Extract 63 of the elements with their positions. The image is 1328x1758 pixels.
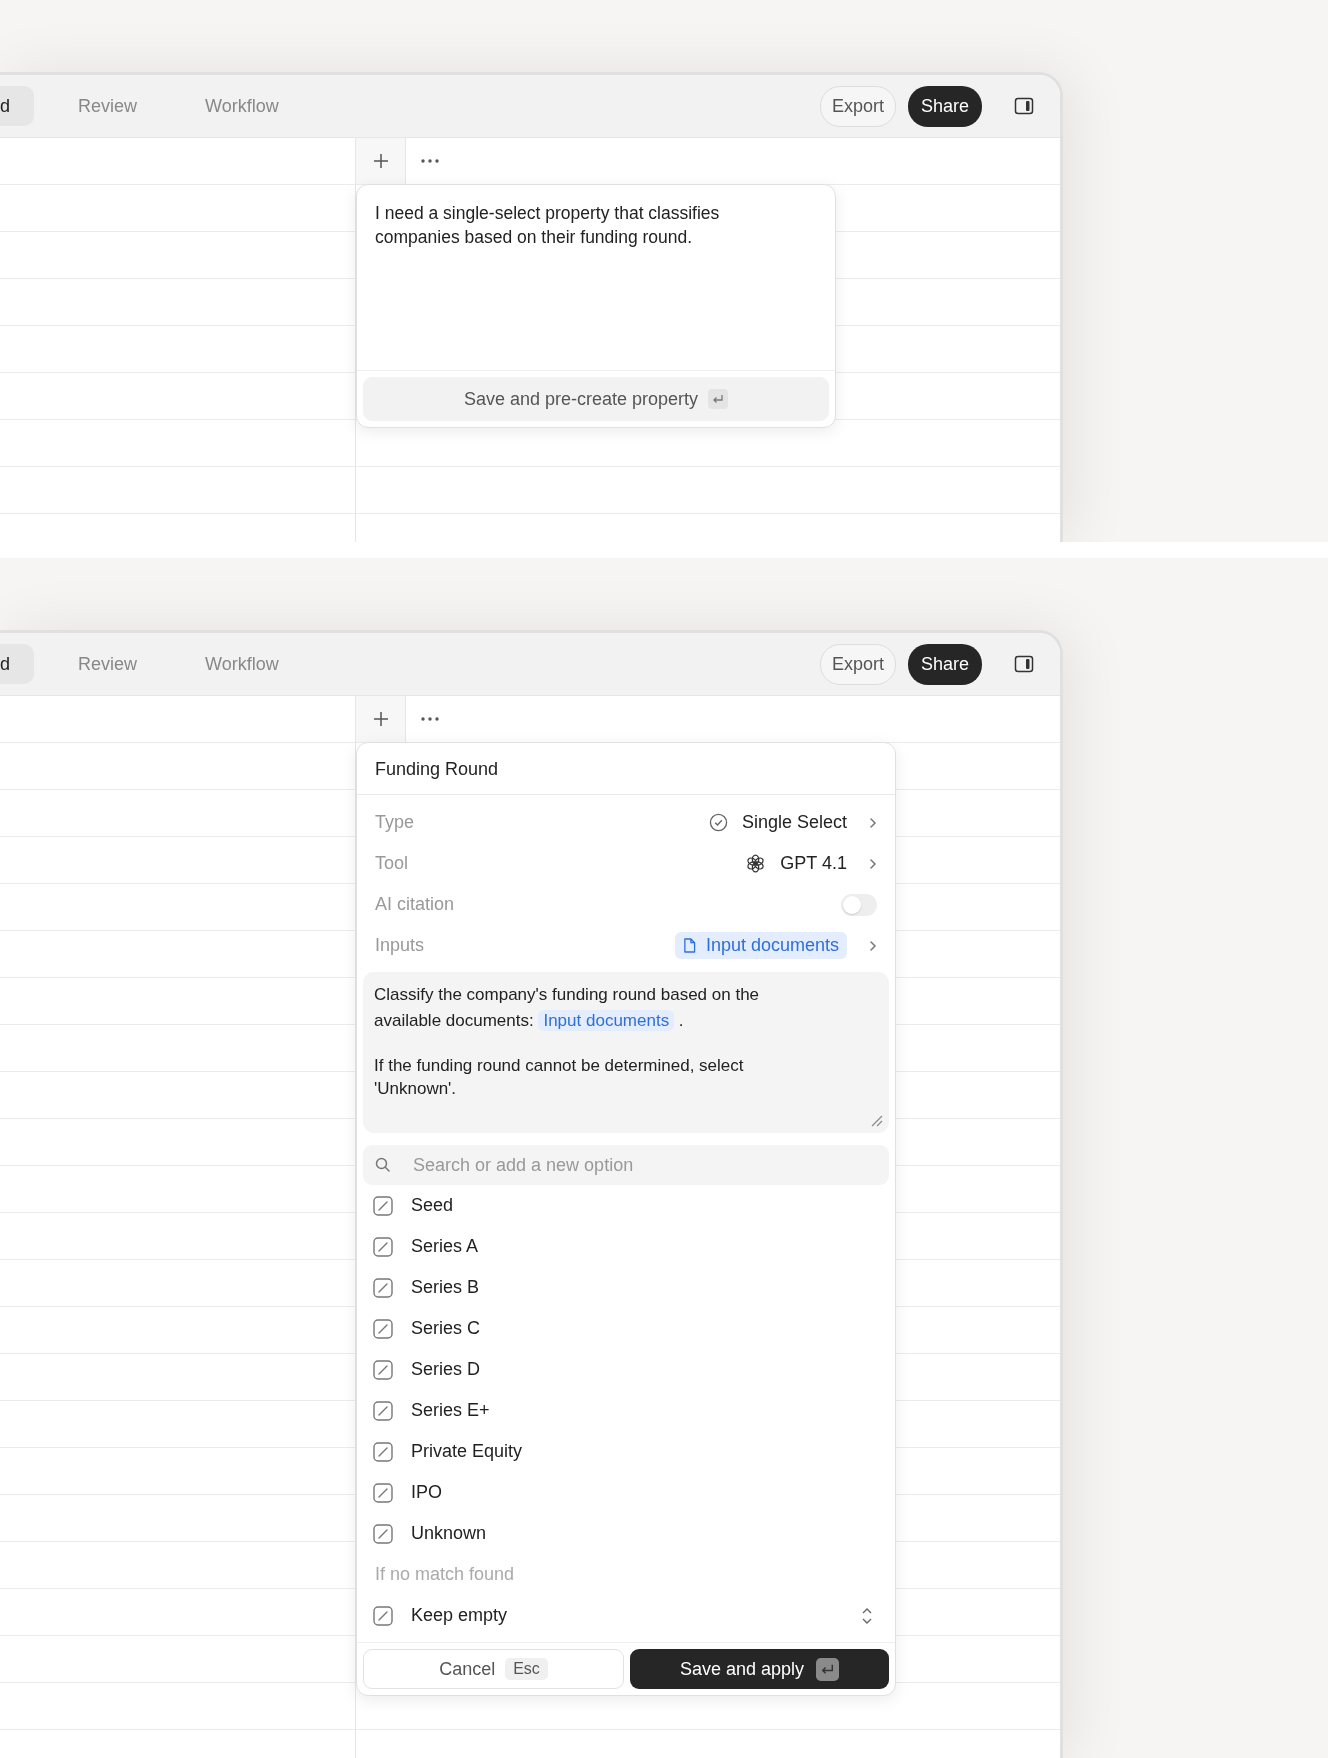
chevron-right-icon (869, 816, 877, 829)
export-button[interactable]: Export (819, 643, 896, 685)
chevron-up-down-icon[interactable] (861, 1606, 873, 1625)
prompt-paragraph: Classify the company's funding round based on the available documents: Input documents . (374, 984, 761, 1033)
return-key-icon (816, 1657, 840, 1681)
option-label[interactable]: Series A (411, 1236, 479, 1257)
prompt-note: If the funding round cannot be determined, select 'Unknown'. (374, 1055, 745, 1100)
sidebar-toggle-icon[interactable] (1014, 96, 1034, 116)
property-name[interactable]: Funding Round (357, 743, 895, 795)
option-label[interactable]: Unknown (411, 1523, 487, 1544)
option-label[interactable]: IPO (411, 1482, 442, 1503)
knot-icon (745, 853, 767, 874)
escape-key-hint: Esc (505, 1658, 548, 1680)
plus-icon[interactable] (372, 711, 389, 727)
option-label[interactable]: Private Equity (411, 1441, 523, 1462)
slash-square-icon (373, 1318, 393, 1339)
share-button[interactable]: Share (907, 643, 982, 685)
tab[interactable]: d (0, 644, 34, 684)
slash-square-icon (373, 1605, 393, 1626)
input-documents-link[interactable]: Input documents (538, 1010, 675, 1031)
field-label: Inputs (375, 935, 425, 956)
check-circle-icon (708, 813, 728, 832)
tab[interactable]: d (0, 86, 34, 126)
return-key-icon (708, 389, 729, 409)
slash-square-icon (373, 1441, 393, 1462)
input-documents-chip[interactable]: Input documents (674, 932, 847, 959)
export-button[interactable]: Export (819, 85, 896, 127)
model-value[interactable]: GPT 4.1 (780, 853, 847, 874)
plus-icon[interactable] (372, 153, 389, 169)
slash-square-icon (373, 1236, 393, 1257)
slash-square-icon (373, 1359, 393, 1380)
share-button[interactable]: Share (907, 85, 982, 127)
option-label[interactable]: Series E+ (411, 1400, 490, 1421)
slash-square-icon (373, 1482, 393, 1503)
fallback-value[interactable]: Keep empty (411, 1605, 508, 1626)
option-label[interactable]: Series D (411, 1359, 481, 1380)
document-icon (682, 938, 696, 953)
save-precreate-button[interactable]: Save and pre-create property (363, 377, 829, 421)
cancel-button[interactable]: Cancel Esc (363, 1649, 624, 1689)
prompt-editor[interactable]: Classify the company's funding round based on the available documents: Input documents . If the funding round cannot be determined, select 'Unknown'. (363, 972, 889, 1133)
slash-square-icon (373, 1277, 393, 1298)
resize-handle-icon[interactable] (871, 1115, 883, 1127)
type-value[interactable]: Single Select (741, 812, 847, 833)
sidebar-toggle-icon[interactable] (1014, 654, 1034, 674)
option-label[interactable]: Seed (411, 1195, 454, 1216)
option-label[interactable]: Series C (411, 1318, 481, 1339)
field-label: AI citation (375, 894, 455, 915)
fallback-label: If no match found (374, 1563, 516, 1586)
save-apply-button[interactable]: Save and apply (630, 1649, 889, 1689)
chevron-right-icon (869, 939, 877, 952)
chevron-right-icon (869, 857, 877, 870)
field-label: Tool (375, 853, 409, 874)
prompt-text[interactable]: I need a single-select property that classifies companies based on their funding round. (357, 185, 835, 370)
ai-citation-toggle[interactable] (841, 893, 877, 916)
slash-square-icon (373, 1400, 393, 1421)
search-icon (375, 1157, 391, 1173)
field-label: Type (375, 812, 415, 833)
slash-square-icon (373, 1523, 393, 1544)
option-label[interactable]: Series B (411, 1277, 480, 1298)
slash-square-icon (373, 1195, 393, 1216)
search-field[interactable]: Search or add a new option (363, 1145, 889, 1185)
more-icon[interactable] (421, 717, 439, 721)
more-icon[interactable] (421, 159, 439, 163)
